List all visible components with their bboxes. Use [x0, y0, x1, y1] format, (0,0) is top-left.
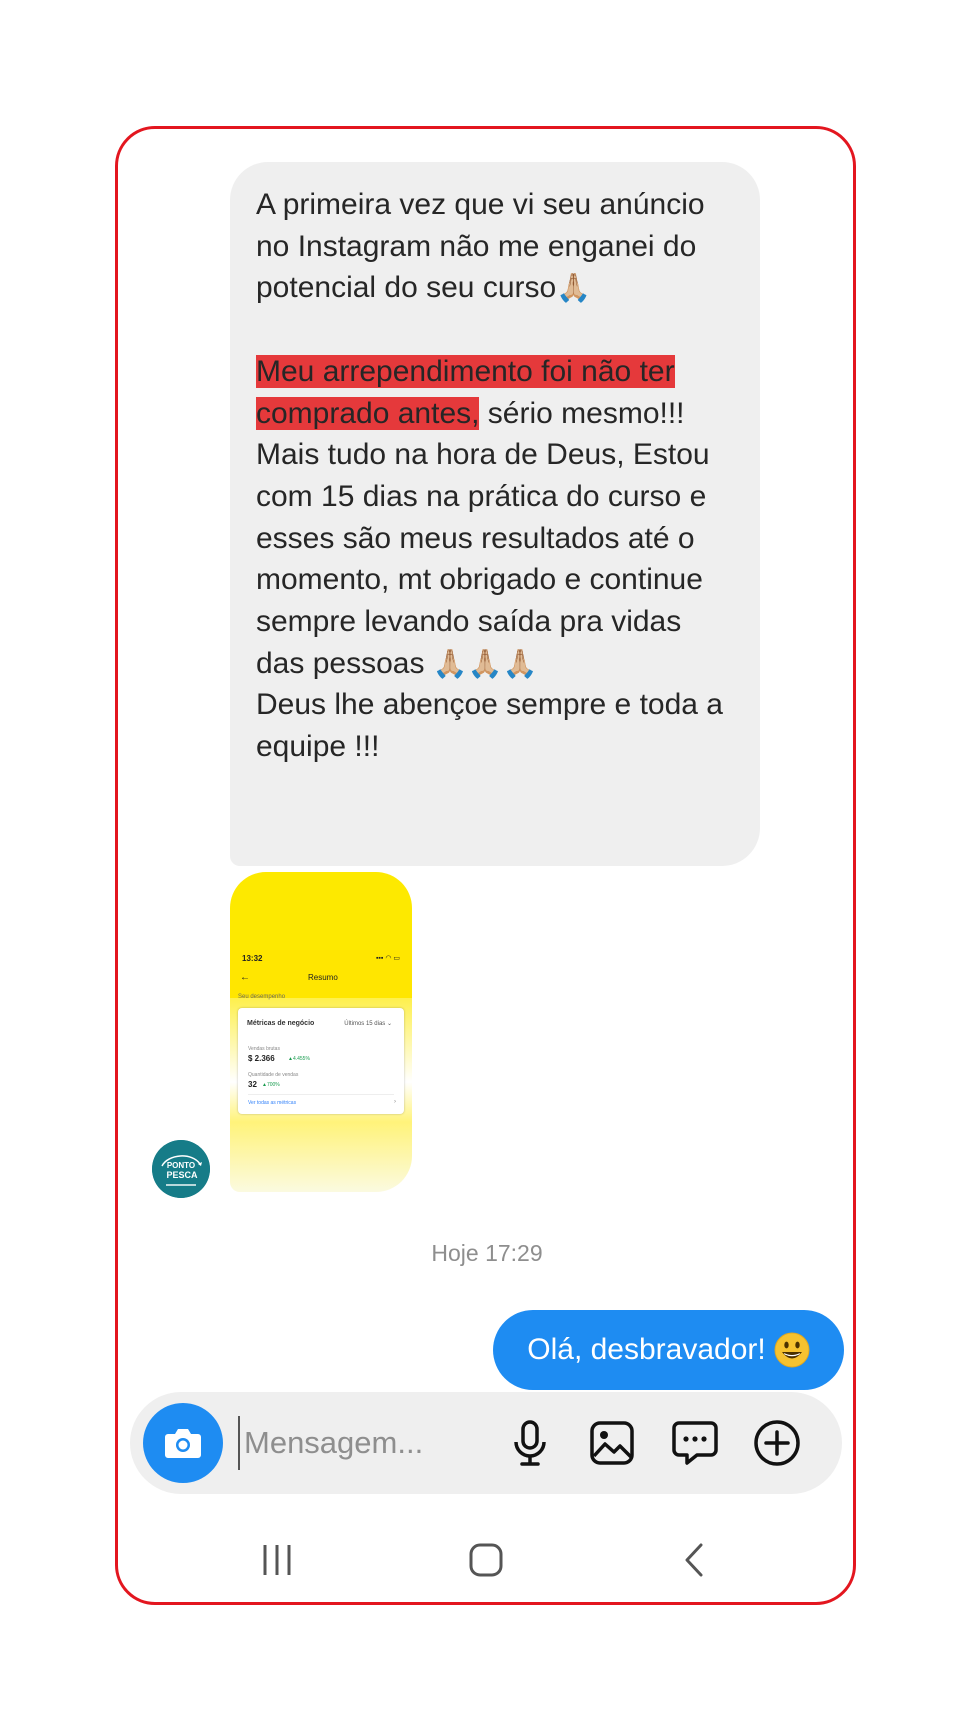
message-intro: A primeira vez que vi seu anúncio no Ins… — [256, 188, 705, 305]
metrics-link: Ver todas as métricas — [248, 1100, 297, 1106]
add-button[interactable] — [752, 1418, 802, 1468]
metric2-value: 32 — [248, 1080, 257, 1089]
outgoing-message-bubble[interactable]: Olá, desbravador! — [493, 1310, 844, 1390]
praying-hands-emojis: 🙏🏼🙏🏼🙏🏼 — [432, 646, 538, 680]
ponto-pesca-logo-icon: PONTO PESCA — [152, 1140, 210, 1198]
message-composer — [130, 1392, 842, 1494]
home-icon — [469, 1543, 503, 1577]
chevron-right-icon: › — [394, 1099, 396, 1105]
screenshot-subtitle: Seu desempenho — [238, 994, 286, 1000]
gallery-button[interactable] — [587, 1418, 637, 1468]
microphone-button[interactable] — [505, 1418, 555, 1468]
message-body: Mais tudo na hora de Deus, Estou com 15 … — [256, 438, 710, 680]
message-after-highlight: sério mesmo!!! — [479, 396, 685, 430]
metric1-change: ▲4.455% — [288, 1056, 310, 1062]
metrics-title: Métricas de negócio — [247, 1020, 315, 1027]
incoming-message-bubble[interactable]: A primeira vez que vi seu anúncio no Ins… — [230, 162, 760, 866]
home-button[interactable] — [446, 1520, 526, 1600]
recent-apps-icon — [263, 1545, 291, 1575]
timestamp: Hoje 17:29 — [431, 1240, 543, 1266]
back-button[interactable] — [654, 1520, 734, 1600]
metric2-label: Quantidade de vendas — [248, 1072, 299, 1078]
metrics-card: Métricas de negócio Últimos 15 dias ⌄ Ve… — [238, 1008, 404, 1114]
metrics-period: Últimos 15 dias ⌄ — [344, 1021, 392, 1027]
avatar-line1: PONTO — [167, 1161, 195, 1170]
add-icon — [754, 1420, 800, 1466]
message-main: Meu arrependimento foi não ter comprado … — [256, 351, 734, 434]
metric1-value: $ 2.366 — [248, 1054, 275, 1063]
screenshot-back-arrow-icon: ← — [240, 972, 250, 983]
message-input[interactable] — [238, 1416, 458, 1470]
message-closing: Deus lhe abençoe sempre e toda a equipe … — [256, 688, 723, 764]
recent-apps-button[interactable] — [237, 1520, 317, 1600]
screenshot-time: 13:32 — [242, 954, 263, 963]
camera-icon — [165, 1429, 201, 1458]
metric2-change: ▲700% — [262, 1082, 280, 1088]
gallery-icon — [590, 1421, 634, 1465]
outgoing-message-text: Olá, desbravador! — [527, 1333, 766, 1366]
sticker-button[interactable] — [670, 1418, 720, 1468]
shared-image-message[interactable]: 13:32 ▪▪▪ ◠ ▭ ← Resumo Seu desempenho Mé… — [230, 872, 412, 1192]
back-icon — [685, 1543, 703, 1577]
sticker-icon — [672, 1421, 718, 1465]
screenshot-status-icons: ▪▪▪ ◠ ▭ — [375, 955, 400, 962]
microphone-icon — [514, 1420, 546, 1466]
camera-button[interactable] — [143, 1403, 223, 1483]
metrics-divider — [248, 1094, 394, 1095]
metric1-label: Vendas brutas — [248, 1046, 280, 1052]
screenshot-title: Resumo — [308, 973, 338, 982]
avatar-line2: PESCA — [166, 1170, 198, 1180]
praying-hands-emoji: 🙏🏼 — [556, 271, 592, 305]
avatar[interactable]: PONTO PESCA — [152, 1140, 210, 1198]
system-navigation-bar — [0, 1520, 974, 1600]
grinning-face-icon — [774, 1332, 810, 1368]
